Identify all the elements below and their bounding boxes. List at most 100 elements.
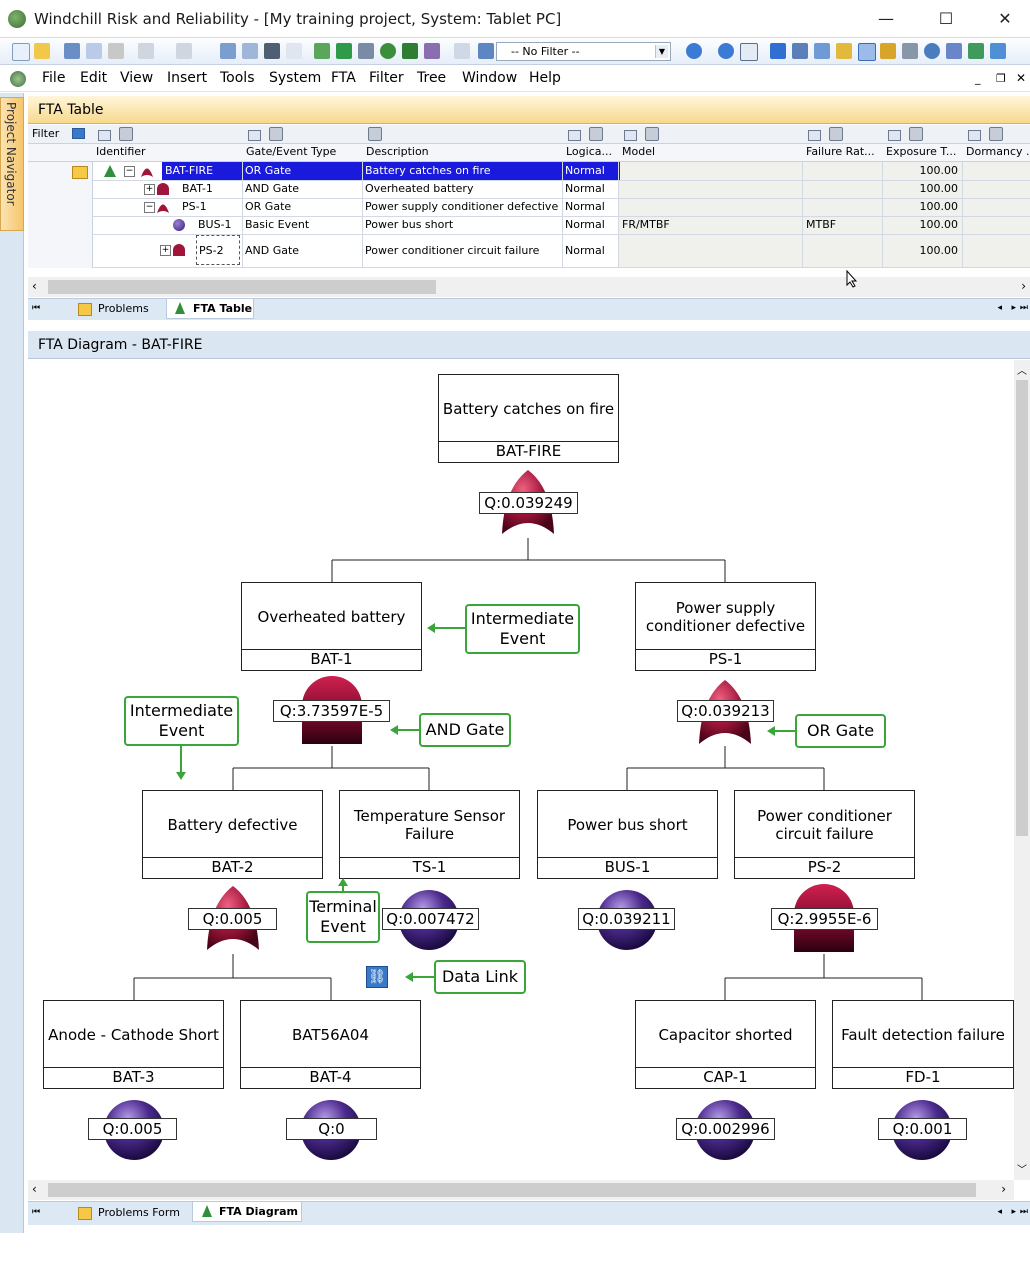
layout-icon[interactable] bbox=[740, 43, 758, 61]
cell-exposure[interactable]: 100.00 bbox=[886, 162, 959, 180]
table-icon[interactable] bbox=[814, 43, 830, 59]
scroll-right-icon[interactable]: › bbox=[1021, 279, 1026, 293]
next-tab-icon[interactable]: ▸ bbox=[1011, 303, 1016, 313]
filter-col-identifier-icon[interactable] bbox=[98, 130, 111, 141]
cell-identifier[interactable]: PS-2 bbox=[196, 235, 240, 265]
tab-fta-table[interactable]: FTA Table bbox=[166, 299, 254, 319]
excel-icon[interactable] bbox=[402, 43, 418, 59]
tree-icon[interactable] bbox=[770, 43, 786, 59]
print-icon[interactable] bbox=[220, 43, 236, 59]
find-icon[interactable] bbox=[264, 43, 280, 59]
app-menu-icon[interactable] bbox=[10, 71, 26, 87]
print-preview-icon[interactable] bbox=[242, 43, 258, 59]
menu-edit[interactable]: Edit bbox=[80, 70, 107, 86]
cell-model[interactable] bbox=[622, 242, 802, 260]
cell-failure-rate[interactable] bbox=[806, 242, 882, 260]
menu-insert[interactable]: Insert bbox=[167, 70, 207, 86]
scroll-up-icon[interactable]: ︿ bbox=[1017, 362, 1027, 377]
cell-type[interactable]: AND Gate bbox=[245, 242, 361, 260]
prev-tab-icon[interactable]: ◂ bbox=[997, 1207, 1002, 1217]
filter-col-type-icon[interactable] bbox=[248, 130, 261, 141]
cell-logic[interactable]: Normal bbox=[562, 162, 620, 180]
node-bat-1[interactable]: Overheated battery BAT-1 bbox=[241, 582, 422, 671]
col-dormancy[interactable]: Dormancy ... bbox=[966, 145, 1030, 158]
table-row[interactable]: BUS-1 Basic Event Power bus short Normal… bbox=[92, 216, 1030, 234]
cell-type[interactable]: AND Gate bbox=[245, 180, 361, 198]
filter-col-type-button[interactable] bbox=[269, 127, 283, 141]
cell-type[interactable]: Basic Event bbox=[245, 216, 361, 234]
cell-description[interactable]: Power supply conditioner defective bbox=[365, 198, 561, 216]
menu-filter[interactable]: Filter bbox=[369, 70, 404, 86]
filter-col-desc-button[interactable] bbox=[368, 127, 382, 141]
col-logic[interactable]: Logica... bbox=[566, 145, 618, 158]
col-failure-rate[interactable]: Failure Rat... bbox=[806, 145, 884, 158]
menu-fta[interactable]: FTA bbox=[331, 70, 356, 86]
node-ps-1[interactable]: Power supply conditioner defective PS-1 bbox=[635, 582, 816, 671]
expand-icon[interactable]: + bbox=[144, 184, 155, 195]
close-button[interactable]: ✕ bbox=[985, 6, 1025, 32]
node-bat-fire[interactable]: Battery catches on fire BAT-FIRE bbox=[438, 374, 619, 463]
mdi-minimize-button[interactable]: _ bbox=[975, 72, 981, 85]
menu-file[interactable]: File bbox=[42, 70, 65, 86]
filter-col-dormancy-icon[interactable] bbox=[968, 130, 981, 141]
cell-exposure[interactable]: 100.00 bbox=[886, 180, 959, 198]
scroll-thumb[interactable] bbox=[48, 1183, 976, 1197]
cell-identifier[interactable]: BAT-FIRE bbox=[162, 162, 243, 180]
first-tab-icon[interactable]: ⏮ bbox=[32, 1207, 40, 1217]
filter-col-model-icon[interactable] bbox=[624, 130, 637, 141]
menu-tools[interactable]: Tools bbox=[220, 70, 255, 86]
scroll-thumb[interactable] bbox=[1016, 380, 1028, 836]
collapse-icon[interactable]: − bbox=[124, 166, 135, 177]
cell-model[interactable] bbox=[622, 180, 802, 198]
cell-exposure[interactable]: 100.00 bbox=[886, 242, 959, 260]
save-filter-icon[interactable] bbox=[72, 128, 85, 139]
filter-select[interactable]: -- No Filter -- ▼ bbox=[496, 42, 671, 61]
tab-problems-form[interactable]: Problems Form bbox=[72, 1203, 212, 1223]
tools-icon[interactable] bbox=[902, 43, 918, 59]
filter-dropdown-icon[interactable] bbox=[478, 43, 494, 59]
export-icon[interactable] bbox=[968, 43, 984, 59]
menu-tree[interactable]: Tree bbox=[417, 70, 446, 86]
cell-exposure[interactable]: 100.00 bbox=[886, 216, 959, 234]
fta-diagram-canvas[interactable]: Battery catches on fire BAT-FIRE Q:0.039… bbox=[28, 360, 1014, 1180]
scroll-right-icon[interactable]: › bbox=[1001, 1182, 1006, 1196]
fta-icon[interactable] bbox=[858, 43, 876, 61]
col-model[interactable]: Model bbox=[622, 145, 802, 158]
table-row[interactable]: + PS-2 AND Gate Power conditioner circui… bbox=[92, 234, 1030, 268]
collapse-icon[interactable]: − bbox=[144, 202, 155, 213]
node-bat-2[interactable]: Battery defective BAT-2 bbox=[142, 790, 323, 879]
tab-fta-diagram[interactable]: FTA Diagram bbox=[192, 1202, 302, 1222]
col-exposure[interactable]: Exposure T... bbox=[886, 145, 964, 158]
filter-col-logic-icon[interactable] bbox=[568, 130, 581, 141]
import-icon[interactable] bbox=[336, 43, 352, 59]
chart-icon[interactable] bbox=[314, 43, 330, 59]
minimize-button[interactable]: — bbox=[866, 6, 906, 32]
menu-view[interactable]: View bbox=[120, 70, 153, 86]
prev-tab-icon[interactable]: ◂ bbox=[997, 303, 1002, 313]
undo-icon[interactable] bbox=[138, 43, 154, 59]
cell-description[interactable]: Battery catches on fire bbox=[362, 162, 564, 180]
scroll-down-icon[interactable]: ﹀ bbox=[1017, 1161, 1027, 1176]
filter-col-rate-button[interactable] bbox=[829, 127, 843, 141]
navigate-icon[interactable] bbox=[718, 43, 734, 59]
node-ts-1[interactable]: Temperature Sensor Failure TS-1 bbox=[339, 790, 520, 879]
help-icon[interactable] bbox=[686, 43, 702, 59]
open-folder-icon[interactable] bbox=[34, 43, 50, 59]
node-bat-4[interactable]: BAT56A04 BAT-4 bbox=[240, 1000, 421, 1089]
chevron-down-icon[interactable]: ▼ bbox=[655, 45, 668, 58]
wizard-icon[interactable] bbox=[880, 43, 896, 59]
table-row[interactable]: − BAT-FIRE OR Gate Battery catches on fi… bbox=[92, 162, 1030, 180]
filter-col-exposure-icon[interactable] bbox=[888, 130, 901, 141]
cell-description[interactable]: Power conditioner circuit failure bbox=[365, 242, 561, 260]
table-row[interactable]: + BAT-1 AND Gate Overheated battery Norm… bbox=[92, 180, 1030, 198]
cell-logic[interactable]: Normal bbox=[565, 242, 617, 260]
redo-icon[interactable] bbox=[176, 43, 192, 59]
filter-col-dormancy-button[interactable] bbox=[989, 127, 1003, 141]
next-tab-icon[interactable]: ▸ bbox=[1011, 1207, 1016, 1217]
col-identifier[interactable]: Identifier bbox=[96, 145, 236, 158]
table-row[interactable]: − PS-1 OR Gate Power supply conditioner … bbox=[92, 198, 1030, 216]
copy-icon[interactable] bbox=[86, 43, 102, 59]
cell-logic[interactable]: Normal bbox=[565, 180, 617, 198]
new-icon[interactable] bbox=[12, 43, 30, 61]
filter-col-logic-button[interactable] bbox=[589, 127, 603, 141]
